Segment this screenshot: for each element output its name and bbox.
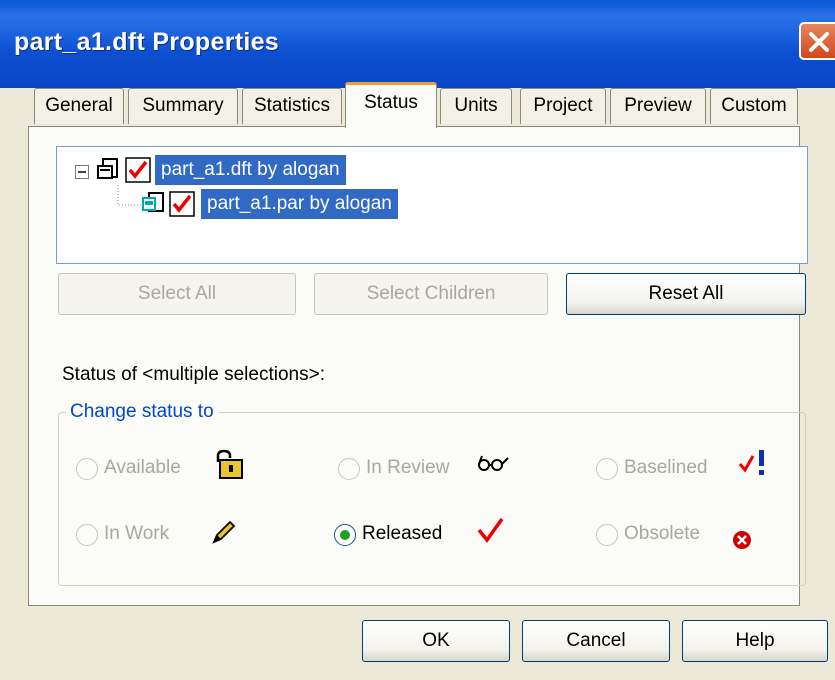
- tree-item-label: part_a1.dft by alogan: [155, 155, 346, 185]
- red-check-icon: [125, 157, 151, 183]
- radio-in-work[interactable]: In Work: [76, 521, 196, 551]
- change-status-legend: Change status to: [66, 401, 218, 423]
- glasses-icon: [478, 455, 509, 471]
- radio-baselined[interactable]: Baselined: [596, 455, 728, 485]
- select-all-button[interactable]: Select All: [58, 273, 296, 315]
- tab-summary[interactable]: Summary: [128, 88, 238, 124]
- red-x-icon: [733, 531, 751, 549]
- tree-item-label: part_a1.par by alogan: [201, 189, 398, 219]
- red-check-icon: [477, 517, 504, 543]
- radio-label: Obsolete: [624, 523, 701, 544]
- tree-item[interactable]: part_a1.dft by alogan: [97, 155, 427, 187]
- radio-released[interactable]: Released: [334, 521, 466, 551]
- window-title: part_a1.dft Properties: [14, 28, 280, 56]
- close-button[interactable]: [799, 22, 835, 60]
- collapse-icon[interactable]: [75, 165, 89, 179]
- radio-in-review[interactable]: In Review: [338, 455, 470, 485]
- tab-units[interactable]: Units: [440, 88, 512, 124]
- radio-circle: [596, 458, 618, 480]
- tab-status[interactable]: Status: [345, 82, 437, 128]
- radio-circle: [76, 458, 98, 480]
- document-tree[interactable]: part_a1.dft by alogan part_a1.par by alo…: [56, 146, 808, 264]
- part-doc-icon: [142, 192, 164, 212]
- cancel-button[interactable]: Cancel: [522, 620, 670, 662]
- check-exclaim-icon: [738, 450, 764, 475]
- radio-circle: [596, 524, 618, 546]
- radio-circle: [76, 524, 98, 546]
- padlock-icon: [216, 449, 243, 479]
- red-check-icon: [169, 191, 195, 217]
- close-icon: [809, 32, 829, 52]
- pencil-icon: [212, 520, 236, 544]
- tab-project[interactable]: Project: [520, 88, 606, 124]
- radio-available[interactable]: Available: [76, 455, 202, 485]
- select-children-button[interactable]: Select Children: [314, 273, 548, 315]
- ok-button[interactable]: OK: [362, 620, 510, 662]
- tab-statistics[interactable]: Statistics: [242, 88, 342, 124]
- tab-preview[interactable]: Preview: [610, 88, 706, 124]
- status-of-label: Status of <multiple selections>:: [62, 364, 325, 385]
- radio-obsolete[interactable]: Obsolete: [596, 521, 722, 551]
- radio-label: In Review: [366, 457, 450, 478]
- draft-doc-icon: [97, 158, 118, 179]
- tab-custom[interactable]: Custom: [710, 88, 798, 124]
- radio-circle: [334, 524, 356, 546]
- reset-all-button[interactable]: Reset All: [566, 273, 806, 315]
- radio-label: Baselined: [624, 457, 708, 478]
- radio-label: Released: [362, 523, 443, 544]
- change-status-group: [58, 412, 806, 586]
- tab-general[interactable]: General: [34, 88, 124, 124]
- radio-label: Available: [104, 457, 181, 478]
- radio-label: In Work: [104, 523, 170, 544]
- tree-item[interactable]: part_a1.par by alogan: [141, 189, 561, 221]
- title-bar: part_a1.dft Properties: [0, 0, 835, 88]
- help-button[interactable]: Help: [682, 620, 828, 662]
- radio-circle: [338, 458, 360, 480]
